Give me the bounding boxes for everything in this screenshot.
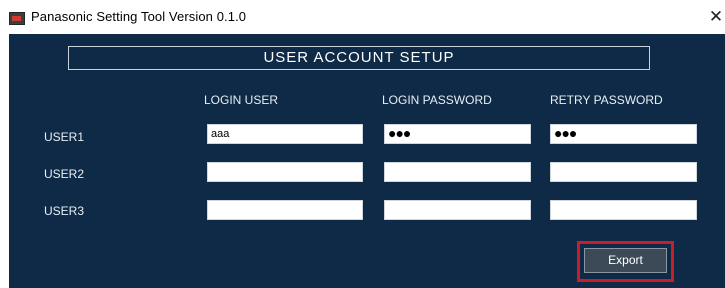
user3-login-user-input[interactable] [207, 200, 363, 220]
user1-login-password-input[interactable]: ●●● [384, 124, 531, 144]
user1-retry-password-input[interactable]: ●●● [550, 124, 697, 144]
user2-login-user-input[interactable] [207, 162, 363, 182]
row-label-user2: USER2 [44, 167, 85, 181]
section-title: USER ACCOUNT SETUP [68, 46, 650, 70]
user-account-panel: USER ACCOUNT SETUP LOGIN USER LOGIN PASS… [9, 34, 725, 288]
user2-retry-password-input[interactable] [550, 162, 697, 182]
column-header-login-user: LOGIN USER [204, 93, 279, 107]
user2-login-password-input[interactable] [384, 162, 531, 182]
close-icon[interactable]: ✕ [708, 8, 724, 26]
title-bar: Panasonic Setting Tool Version 0.1.0 ✕ [0, 0, 725, 34]
row-label-user1: USER1 [44, 130, 85, 144]
window-title: Panasonic Setting Tool Version 0.1.0 [31, 9, 247, 24]
user3-login-password-input[interactable] [384, 200, 531, 220]
column-header-login-password: LOGIN PASSWORD [382, 93, 492, 107]
user1-login-user-input[interactable]: aaa [207, 124, 363, 144]
row-label-user3: USER3 [44, 204, 85, 218]
app-icon [9, 12, 25, 25]
column-header-retry-password: RETRY PASSWORD [550, 93, 663, 107]
app-window: Panasonic Setting Tool Version 0.1.0 ✕ U… [0, 0, 725, 288]
export-button[interactable]: Export [584, 248, 667, 273]
user3-retry-password-input[interactable] [550, 200, 697, 220]
